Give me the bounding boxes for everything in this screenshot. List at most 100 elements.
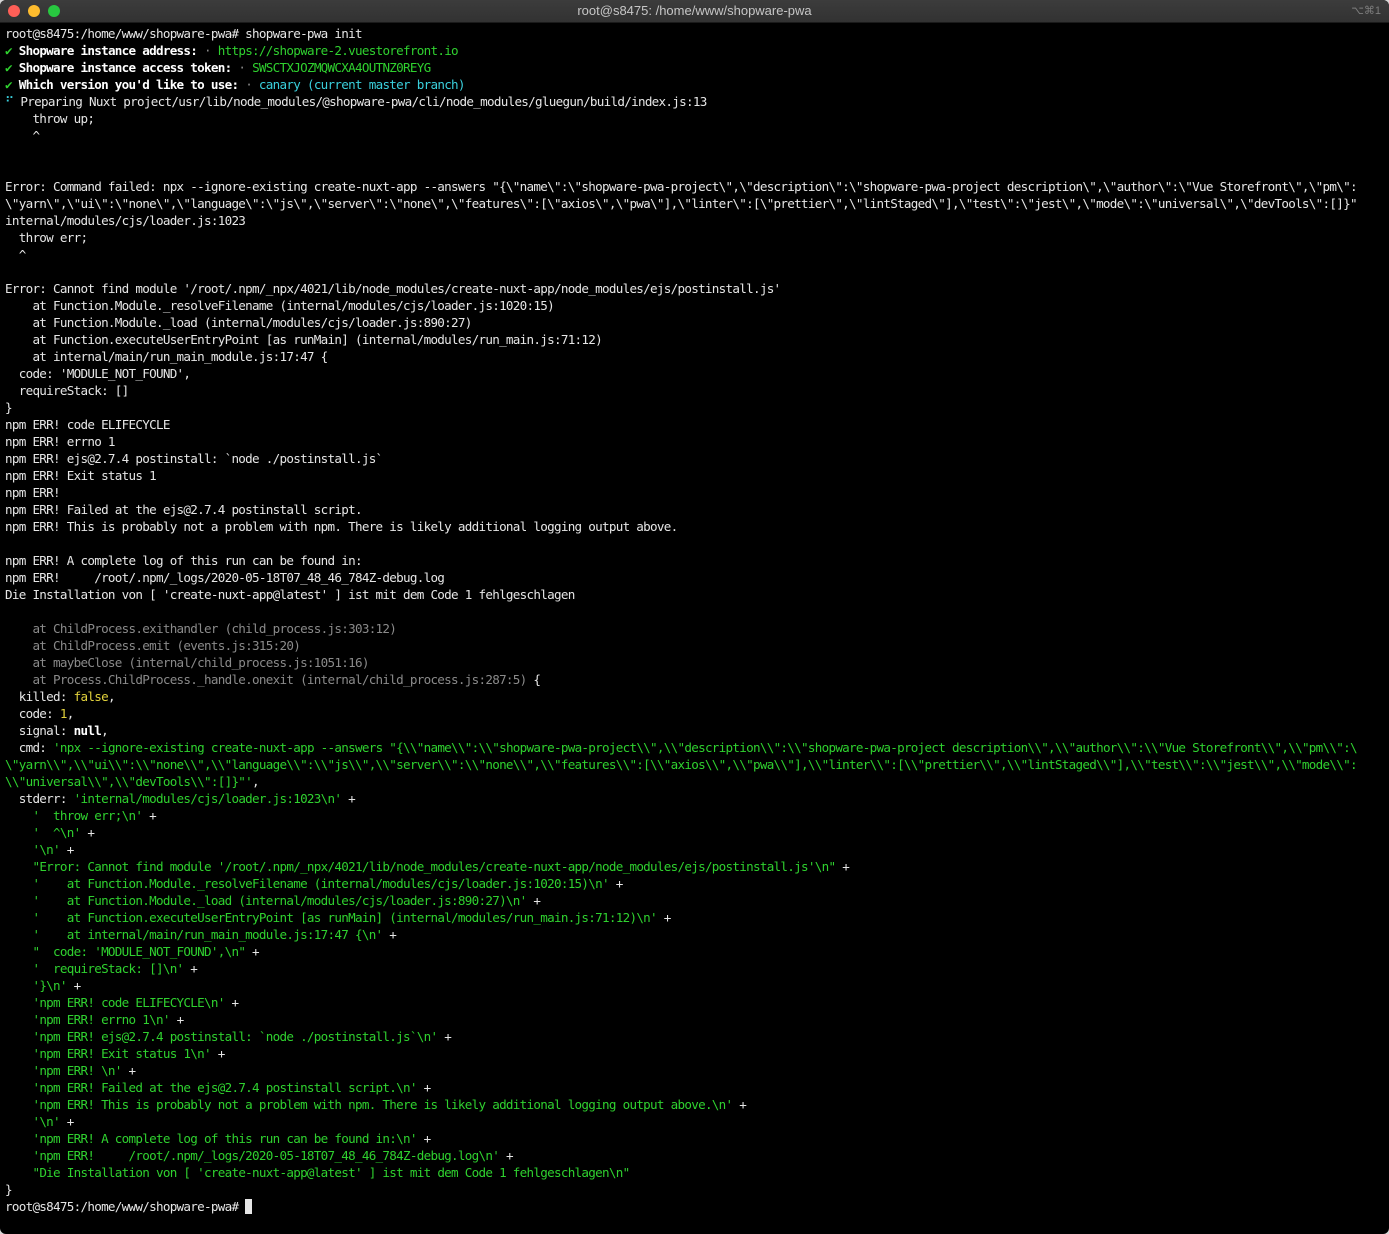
output-text: 'npm ERR! ejs@2.7.4 postinstall: `node .… [32,1029,438,1044]
output-text: { [526,672,541,687]
output-line: 'npm ERR! code ELIFECYCLE\n' + [5,994,1385,1011]
output-text: ✔ [5,60,19,75]
output-line: at Function.Module._load (internal/modul… [5,314,1385,331]
output-text: npm ERR! Failed at the ejs@2.7.4 postins… [5,502,363,517]
window-title: root@s8475: /home/www/shopware-pwa [577,3,812,18]
output-text: npm ERR! [5,485,61,500]
output-line: ✔ Shopware instance access token: · SWSC… [5,59,1385,76]
output-line: Error: Cannot find module '/root/.npm/_n… [5,280,1385,297]
output-text: "Error: Cannot find module '/root/.npm/_… [32,859,836,874]
output-text: + [526,893,541,908]
output-text: + [608,876,624,891]
output-text: '}\n' [32,978,67,993]
output-text: 'npx --ignore-existing create-nuxt-app -… [53,740,1358,755]
window-shortcut: ⌥⌘1 [1351,5,1381,17]
output-text: · [238,77,259,92]
output-text: 'npm ERR! Exit status 1\n' [32,1046,211,1061]
output-line: npm ERR! Failed at the ejs@2.7.4 postins… [5,501,1385,518]
output-line: code: 'MODULE_NOT_FOUND', [5,365,1385,382]
output-text: root@s8475:/home/www/shopware-pwa# shopw… [5,26,363,41]
output-line: root@s8475:/home/www/shopware-pwa# shopw… [5,25,1385,42]
output-text: signal: [5,723,74,738]
terminal-output[interactable]: root@s8475:/home/www/shopware-pwa# shopw… [5,25,1385,1215]
shell-prompt: root@s8475:/home/www/shopware-pwa# [5,1199,246,1214]
output-line: requireStack: [] [5,382,1385,399]
output-text: Shopware instance address: [18,43,198,58]
title-bar[interactable]: root@s8475: /home/www/shopware-pwa ⌥⌘1 [0,0,1389,23]
output-line: ' ^\n' + [5,824,1385,841]
output-text: 'npm ERR! errno 1\n' [32,1012,170,1027]
output-text: · [197,43,218,58]
output-text: Preparing Nuxt project/usr/lib/node_modu… [20,94,707,109]
output-text: + [437,1029,452,1044]
output-line: '\n' + [5,841,1385,858]
output-text: 'npm ERR! Failed at the ejs@2.7.4 postin… [32,1080,417,1095]
output-text: code: [5,706,60,721]
output-line: ⠋ Preparing Nuxt project/usr/lib/node_mo… [5,93,1385,110]
output-text: + [416,1131,432,1146]
output-line: npm ERR! code ELIFECYCLE [5,416,1385,433]
output-line: 'npm ERR! A complete log of this run can… [5,1130,1385,1147]
output-text: + [245,944,260,959]
output-text: ' at Function.executeUserEntryPoint [as … [32,910,657,925]
output-text: ^ [5,247,27,262]
output-line: npm ERR! ejs@2.7.4 postinstall: `node ./… [5,450,1385,467]
output-text: ' ^\n' [32,825,81,840]
output-line: ' at Function.executeUserEntryPoint [as … [5,909,1385,926]
output-text: 'npm ERR! \n' [32,1063,122,1078]
output-text: + [835,859,850,874]
output-text: Die Installation von [ 'create-nuxt-app@… [5,587,575,602]
output-text: https://shopware-2.vuestorefront.io [217,43,459,58]
output-line: 'npm ERR! ejs@2.7.4 postinstall: `node .… [5,1028,1385,1045]
output-text: 1 [59,706,68,721]
output-text: ^ [5,128,40,143]
output-text: + [121,1063,137,1078]
output-text: \"yarn\",\"ui\":\"none\",\"language\":\"… [5,196,1358,211]
output-text: at Function.executeUserEntryPoint [as ru… [5,332,603,347]
output-text: + [169,1012,185,1027]
output-line: at Function.executeUserEntryPoint [as ru… [5,331,1385,348]
output-line: stderr: 'internal/modules/cjs/loader.js:… [5,790,1385,807]
output-text: 'npm ERR! code ELIFECYCLE\n' [32,995,225,1010]
output-text: cmd: [5,740,54,755]
output-line: '}\n' + [5,977,1385,994]
output-line: signal: null, [5,722,1385,739]
output-text: \"yarn\\",\\"ui\\":\\"none\\",\\"languag… [5,757,1358,772]
output-line: throw up; [5,110,1385,127]
output-text: at ChildProcess.exithandler (child_proce… [5,621,397,636]
output-text: Shopware instance access token: [18,60,232,75]
output-text: at ChildProcess.emit (events.js:315:20) [5,638,301,653]
output-line: npm ERR! [5,484,1385,501]
output-text: + [341,791,356,806]
output-text: '\n' [32,842,60,857]
output-line: at internal/main/run_main_module.js:17:4… [5,348,1385,365]
output-line: 'npm ERR! Failed at the ejs@2.7.4 postin… [5,1079,1385,1096]
output-lines: root@s8475:/home/www/shopware-pwa# shopw… [5,25,1385,1198]
output-text: + [416,1080,432,1095]
output-line: npm ERR! Exit status 1 [5,467,1385,484]
output-text: 'npm ERR! A complete log of this run can… [32,1131,417,1146]
output-text: , [107,689,116,704]
prompt-line[interactable]: root@s8475:/home/www/shopware-pwa# [5,1198,1385,1215]
output-text: ✔ [5,43,19,58]
output-line: ' at Function.Module._load (internal/mod… [5,892,1385,909]
output-text: canary (current master branch) [258,77,466,92]
output-line: cmd: 'npx --ignore-existing create-nuxt-… [5,739,1385,756]
output-text: null [73,723,102,738]
output-line: code: 1, [5,705,1385,722]
output-line: at maybeClose (internal/child_process.js… [5,654,1385,671]
